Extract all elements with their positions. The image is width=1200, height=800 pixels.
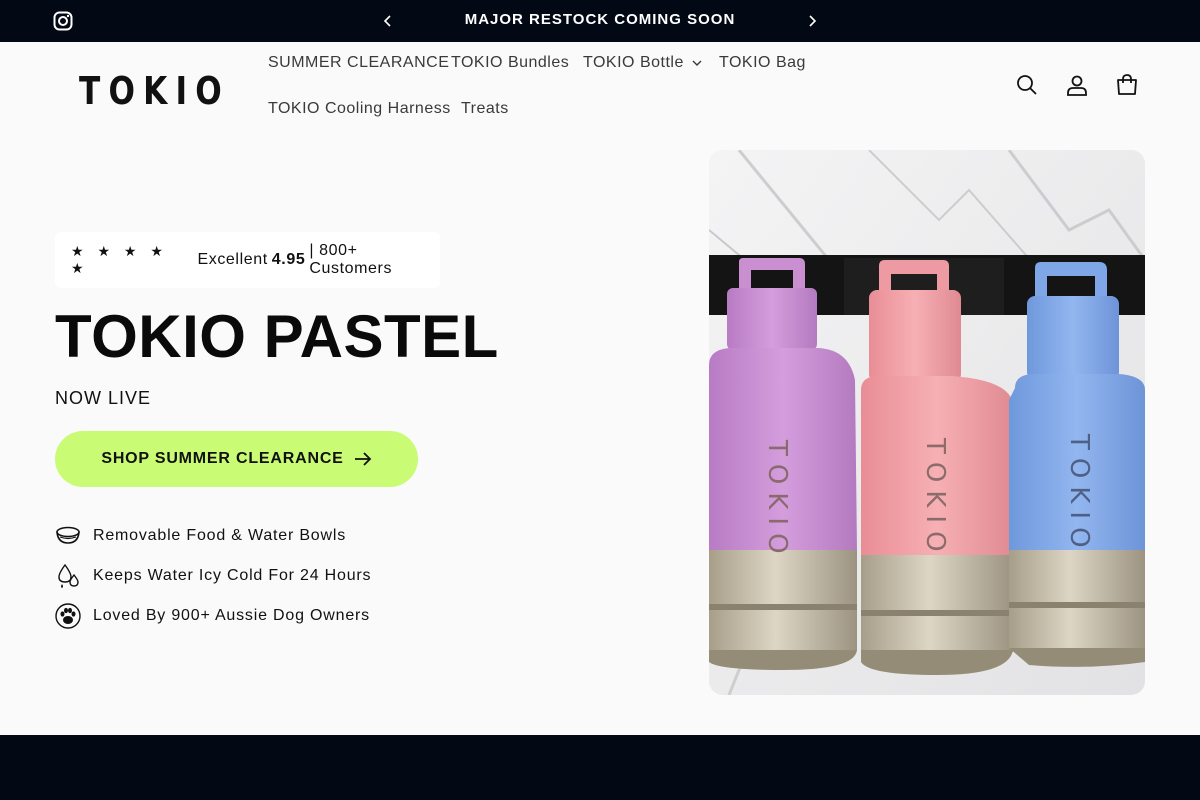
logo[interactable]: TOKIO: [79, 69, 230, 113]
feature-item: Removable Food & Water Bowls: [55, 516, 371, 556]
rating-prefix: Excellent: [197, 251, 268, 268]
search-icon[interactable]: [1014, 72, 1040, 98]
star-rating-icon: ★ ★ ★ ★ ★: [71, 243, 168, 276]
water-drops-icon: [55, 563, 81, 589]
feature-text: Removable Food & Water Bowls: [93, 527, 347, 544]
feature-list: Removable Food & Water Bowls Keeps Water…: [55, 516, 371, 636]
feature-text: Keeps Water Icy Cold For 24 Hours: [93, 567, 372, 584]
rating-badge: ★ ★ ★ ★ ★ Excellent 4.95 | 800+ Customer…: [55, 232, 440, 288]
nav-item-tokio-bag[interactable]: TOKIO Bag: [706, 42, 819, 84]
chevron-down-icon: [692, 60, 702, 66]
nav-item-tokio-bottle[interactable]: TOKIO Bottle: [570, 42, 715, 84]
announcement-message: MAJOR RESTOCK COMING SOON: [464, 11, 736, 28]
arrow-right-icon: [354, 452, 371, 466]
feature-item: Keeps Water Icy Cold For 24 Hours: [55, 556, 371, 596]
cta-label: SHOP SUMMER CLEARANCE: [101, 450, 344, 467]
rating-score: 4.95: [271, 251, 306, 268]
cart-icon[interactable]: [1114, 72, 1140, 98]
header-actions: [1014, 72, 1140, 98]
hero-section: ★ ★ ★ ★ ★ Excellent 4.95 | 800+ Customer…: [0, 134, 1200, 735]
nav-item-treats[interactable]: Treats: [448, 88, 522, 130]
paw-icon: [55, 603, 81, 629]
footer-band: [0, 735, 1200, 800]
shop-summer-clearance-button[interactable]: SHOP SUMMER CLEARANCE: [55, 431, 418, 487]
nav-item-summer-clearance[interactable]: SUMMER CLEARANCE: [255, 42, 462, 84]
announcement-bar: MAJOR RESTOCK COMING SOON: [0, 0, 1200, 42]
account-icon[interactable]: [1064, 72, 1090, 98]
bowl-icon: [55, 523, 81, 549]
feature-item: Loved By 900+ Aussie Dog Owners: [55, 596, 371, 636]
svg-text:TOKIO: TOKIO: [920, 437, 950, 560]
site-header: TOKIO SUMMER CLEARANCE TOKIO Bundles TOK…: [0, 42, 1200, 134]
feature-text: Loved By 900+ Aussie Dog Owners: [93, 607, 370, 624]
rating-suffix: | 800+ Customers: [309, 242, 393, 277]
chevron-right-icon[interactable]: [803, 12, 821, 30]
hero-title: TOKIO PASTEL: [55, 303, 499, 370]
product-image: TOKIO TOKIO TOKIO: [709, 150, 1145, 695]
nav-item-cooling-harness[interactable]: TOKIO Cooling Harness: [255, 88, 464, 130]
svg-text:TOKIO: TOKIO: [1064, 433, 1094, 556]
hero-subtitle: NOW LIVE: [55, 388, 152, 408]
nav-item-tokio-bundles[interactable]: TOKIO Bundles: [438, 42, 582, 84]
svg-text:TOKIO: TOKIO: [762, 439, 792, 562]
